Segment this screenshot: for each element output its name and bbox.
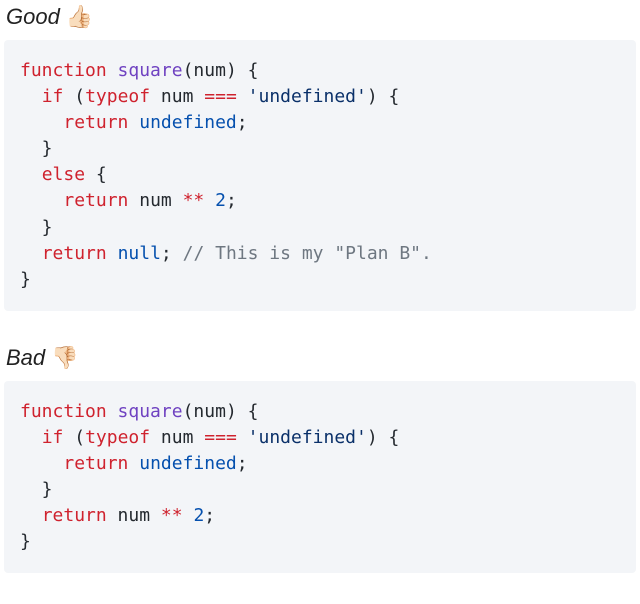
code-token: num [150,427,204,448]
code-token: ) [226,401,237,422]
code-token [128,453,139,474]
code-line: return undefined; [20,112,248,133]
code-token [107,243,118,264]
code-token: ** [183,190,205,211]
code-token: ; [204,505,215,526]
code-token: 2 [193,505,204,526]
code-token: if [42,427,64,448]
code-token: typeof [85,427,150,448]
code-token [237,427,248,448]
code-token: undefined [139,453,237,474]
code-token: } [20,531,31,552]
code-token [204,190,215,211]
code-token: num [150,86,204,107]
code-line: if (typeof num === 'undefined') { [20,427,399,448]
code-token [183,505,194,526]
code-token: === [204,427,237,448]
code-token: undefined [139,112,237,133]
code-token: return [42,505,107,526]
code-token: square [118,60,183,81]
code-token: ( [63,427,85,448]
code-line: } [20,531,31,552]
code-line: function square(num) { [20,401,258,422]
code-token [20,427,42,448]
code-token: { [85,164,107,185]
code-token [20,112,63,133]
code-token [20,453,63,474]
thumbs-down-icon: 👎🏻 [51,347,78,369]
code-token [107,60,118,81]
code-token: null [118,243,161,264]
code-token: function [20,401,107,422]
code-token: return [63,453,128,474]
code-token: ; [237,112,248,133]
code-token: 'undefined' [248,86,367,107]
code-token: ( [183,60,194,81]
code-token: { [237,401,259,422]
code-token: 2 [215,190,226,211]
code-token: square [118,401,183,422]
code-token: ; [237,453,248,474]
code-token: ( [183,401,194,422]
code-token: { [237,60,259,81]
code-token: function [20,60,107,81]
code-token: ** [161,505,183,526]
code-line: if (typeof num === 'undefined') { [20,86,399,107]
code-token: // This is my "Plan B". [183,243,432,264]
bad-label: Bad [6,345,45,371]
code-token [20,190,63,211]
code-line: } [20,138,53,159]
code-token: === [204,86,237,107]
code-line: else { [20,164,107,185]
code-line: } [20,269,31,290]
code-line: return num ** 2; [20,190,237,211]
code-token [20,505,42,526]
code-token: return [63,112,128,133]
code-block-bad: function square(num) { if (typeof num ==… [4,381,636,574]
code-token: typeof [85,86,150,107]
code-token: return [63,190,128,211]
code-token: } [20,479,53,500]
bad-heading: Bad 👎🏻 [0,341,640,381]
code-token: } [20,217,53,238]
code-token: else [42,164,85,185]
code-token: } [20,138,53,159]
code-token: } [20,269,31,290]
code-line: return undefined; [20,453,248,474]
code-token: ) [226,60,237,81]
code-token: if [42,86,64,107]
code-token: num [128,190,182,211]
code-token: ) { [367,427,400,448]
code-token: ) { [367,86,400,107]
code-token [128,112,139,133]
code-token [20,243,42,264]
code-line: return num ** 2; [20,505,215,526]
code-token: ; [226,190,237,211]
code-token: return [42,243,107,264]
code-line: } [20,217,53,238]
code-line: return null; // This is my "Plan B". [20,243,432,264]
code-token: num [193,401,226,422]
code-token [237,86,248,107]
code-token: num [193,60,226,81]
code-token: num [107,505,161,526]
code-line: } [20,479,53,500]
thumbs-up-icon: 👍🏻 [66,6,93,28]
code-block-good: function square(num) { if (typeof num ==… [4,40,636,311]
code-token [107,401,118,422]
good-label: Good [6,4,60,30]
code-token: ( [63,86,85,107]
code-token [20,86,42,107]
code-token: 'undefined' [248,427,367,448]
code-token: ; [161,243,183,264]
code-line: function square(num) { [20,60,258,81]
code-token [20,164,42,185]
good-heading: Good 👍🏻 [0,0,640,40]
